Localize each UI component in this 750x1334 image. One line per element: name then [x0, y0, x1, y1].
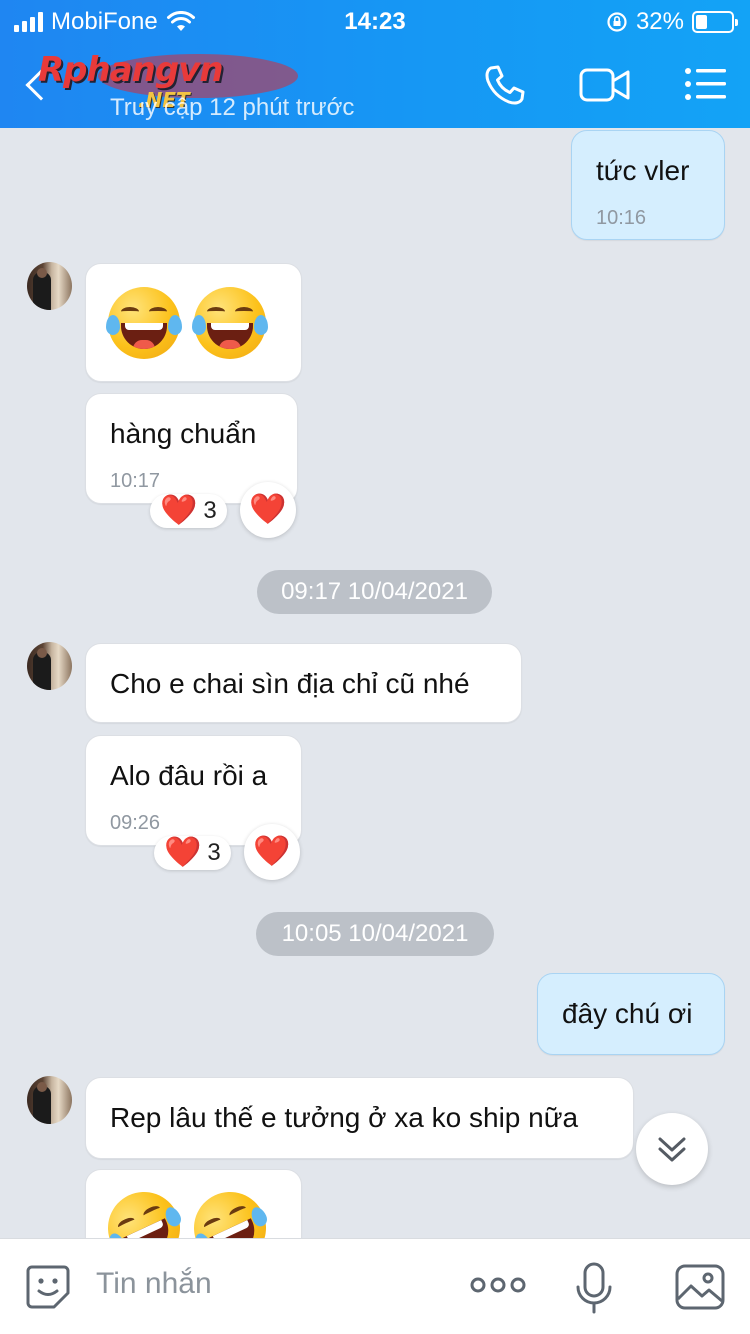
message-input[interactable]: Tin nhắn [96, 1267, 212, 1301]
heart-icon: ❤️ [249, 493, 287, 526]
message-incoming-emoji[interactable] [85, 263, 302, 382]
message-incoming-emoji[interactable] [85, 1169, 302, 1238]
rolling-on-floor-laughing-emoji [182, 1180, 278, 1238]
message-incoming[interactable]: Cho e chai sìn địa chỉ cũ nhé [85, 643, 522, 723]
avatar[interactable] [27, 1076, 72, 1124]
message-text: Rep lâu thế e tưởng ở xa ko ship nữa [110, 1102, 579, 1133]
phone-call-icon[interactable] [482, 62, 528, 108]
heart-icon: ❤️ [164, 836, 202, 869]
rolling-on-floor-laughing-emoji [96, 1180, 192, 1238]
date-separator: 09:17 10/04/2021 [257, 570, 492, 614]
message-outgoing[interactable]: tức vler 10:16 [571, 130, 725, 240]
avatar[interactable] [27, 262, 72, 310]
status-bar: MobiFone 14:23 32% [0, 0, 750, 42]
rotation-lock-icon [607, 12, 627, 32]
message-input-bar: Tin nhắn [0, 1238, 750, 1334]
date-label: 09:17 10/04/2021 [281, 578, 468, 605]
laughing-with-tears-emoji [106, 287, 182, 359]
message-incoming[interactable]: Rep lâu thế e tưởng ở xa ko ship nữa [85, 1077, 634, 1159]
message-text: tức vler [596, 155, 690, 186]
double-chevron-down-icon [658, 1137, 686, 1162]
microphone-icon[interactable] [574, 1261, 614, 1315]
menu-list-icon[interactable] [684, 66, 728, 102]
chat-header: MobiFone 14:23 32% Rphangvn .NET Truy cậ… [0, 0, 750, 128]
message-text: Cho e chai sìn địa chỉ cũ nhé [110, 668, 470, 699]
message-text: Alo đâu rồi a [110, 760, 268, 791]
message-time: 10:16 [596, 207, 647, 229]
heart-icon: ❤️ [160, 494, 198, 527]
sticker-icon[interactable] [24, 1263, 72, 1311]
battery-icon [692, 11, 738, 33]
reaction-count: 3 [207, 839, 221, 866]
date-separator: 10:05 10/04/2021 [256, 912, 494, 956]
avatar[interactable] [27, 642, 72, 690]
reaction-count: 3 [203, 497, 217, 524]
message-time: 10:17 [110, 470, 161, 492]
react-button[interactable]: ❤️ [244, 824, 300, 880]
status-right: 32% [606, 8, 738, 36]
last-seen-status: Truy cập 12 phút trước [110, 94, 355, 121]
more-options-icon[interactable] [470, 1273, 526, 1297]
message-outgoing[interactable]: đây chú ơi [537, 973, 725, 1055]
chat-thread[interactable]: tức vler 10:16 hàng chuẩn 10:17 ❤️ 3 ❤️ … [0, 128, 750, 1238]
battery-percent: 32% [635, 8, 684, 35]
message-time: 09:26 [110, 812, 161, 834]
message-text: hàng chuẩn [110, 418, 257, 449]
reaction-summary[interactable]: ❤️ 3 [150, 494, 227, 528]
image-gallery-icon[interactable] [674, 1263, 726, 1311]
react-button[interactable]: ❤️ [240, 482, 296, 538]
heart-icon: ❤️ [253, 835, 291, 868]
reaction-summary[interactable]: ❤️ 3 [154, 836, 231, 870]
scroll-to-bottom-button[interactable] [636, 1113, 708, 1185]
date-label: 10:05 10/04/2021 [281, 920, 469, 947]
message-text: đây chú ơi [562, 998, 693, 1029]
watermark-main: Rphangvn [38, 50, 224, 90]
video-call-icon[interactable] [578, 64, 632, 106]
laughing-with-tears-emoji [192, 287, 268, 359]
